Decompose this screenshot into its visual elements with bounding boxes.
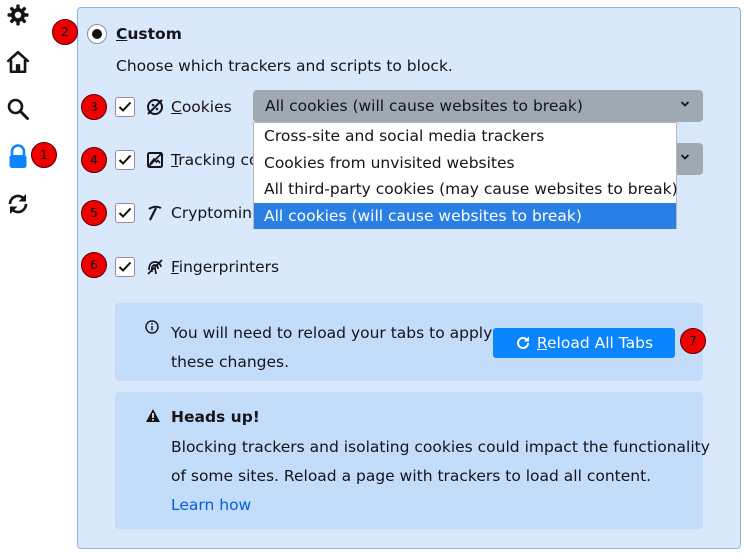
cookies-label[interactable]: Cookies — [171, 98, 232, 116]
fingerprinters-label[interactable]: Fingerprinters — [171, 258, 279, 276]
tracking-label[interactable]: Tracking co — [171, 151, 258, 169]
custom-accesskey: C — [116, 25, 128, 43]
heads-up-line: of some sites. Reload a page with tracke… — [171, 467, 652, 485]
cryptominers-label[interactable]: Cryptomine — [171, 204, 262, 222]
home-icon[interactable] — [4, 48, 32, 76]
tracking-checkbox[interactable] — [115, 150, 135, 170]
annotation-badge-4: 4 — [81, 147, 107, 173]
cryptominers-checkbox[interactable] — [115, 203, 135, 223]
custom-radio[interactable] — [87, 24, 107, 44]
annotation-badge-2: 2 — [52, 19, 78, 45]
chevron-down-icon — [680, 101, 690, 107]
cookies-label-rest: ookies — [181, 98, 232, 116]
reload-notice-line: these changes. — [171, 353, 290, 371]
search-icon[interactable] — [4, 95, 32, 123]
heads-up-text: Blocking trackers and isolating cookies … — [171, 433, 710, 520]
cookies-select[interactable]: All cookies (will cause websites to brea… — [253, 90, 703, 122]
fingerprinters-label-rest: ingerprinters — [178, 258, 280, 276]
warning-icon — [146, 409, 160, 422]
reload-button-label: eload All Tabs — [547, 334, 654, 352]
annotation-badge-1: 1 — [31, 142, 57, 168]
fingerprinters-accesskey: F — [171, 258, 179, 276]
annotation-badge-6: 6 — [81, 252, 107, 278]
sync-icon[interactable] — [4, 190, 32, 218]
custom-label-rest: ustom — [127, 25, 182, 43]
cookies-select-value: All cookies (will cause websites to brea… — [265, 97, 583, 115]
heads-up-title: Heads up! — [171, 408, 260, 426]
dropdown-option[interactable]: All third-party cookies (may cause websi… — [254, 176, 678, 203]
heads-up-line: Blocking trackers and isolating cookies … — [171, 438, 710, 456]
cryptominer-icon — [148, 205, 162, 221]
annotation-badge-3: 3 — [81, 94, 107, 120]
lock-icon[interactable] — [4, 143, 32, 171]
annotation-badge-7: 7 — [680, 328, 706, 354]
fingerprinters-checkbox[interactable] — [115, 257, 135, 277]
fingerprint-icon — [147, 259, 163, 275]
dropdown-option[interactable]: Cookies from unvisited websites — [254, 150, 676, 177]
cookies-accesskey: C — [171, 98, 182, 116]
tracking-label-rest: racking co — [178, 151, 259, 169]
chevron-down-icon — [680, 154, 690, 160]
radio-dot — [92, 29, 102, 39]
reload-icon — [516, 336, 529, 349]
custom-description: Choose which trackers and scripts to blo… — [116, 57, 453, 75]
annotation-badge-5: 5 — [81, 200, 107, 226]
cookies-checkbox[interactable] — [115, 97, 135, 117]
reload-all-tabs-button[interactable]: Reload All Tabs — [493, 328, 675, 358]
gear-icon[interactable] — [4, 1, 32, 29]
learn-how-link[interactable]: Learn how — [171, 491, 710, 520]
info-icon — [145, 320, 159, 334]
reload-notice-text: You will need to reload your tabs to app… — [171, 319, 492, 377]
dropdown-option-selected[interactable]: All cookies (will cause websites to brea… — [254, 202, 676, 229]
custom-label[interactable]: Custom — [116, 25, 182, 43]
cookies-dropdown-list: Cross-site and social media trackers Coo… — [253, 122, 678, 229]
cookie-icon — [147, 99, 163, 115]
tracking-content-icon — [147, 152, 163, 168]
reload-accesskey: R — [536, 334, 547, 352]
dropdown-option[interactable]: Cross-site and social media trackers — [254, 123, 676, 150]
reload-notice-line: You will need to reload your tabs to app… — [171, 324, 493, 342]
